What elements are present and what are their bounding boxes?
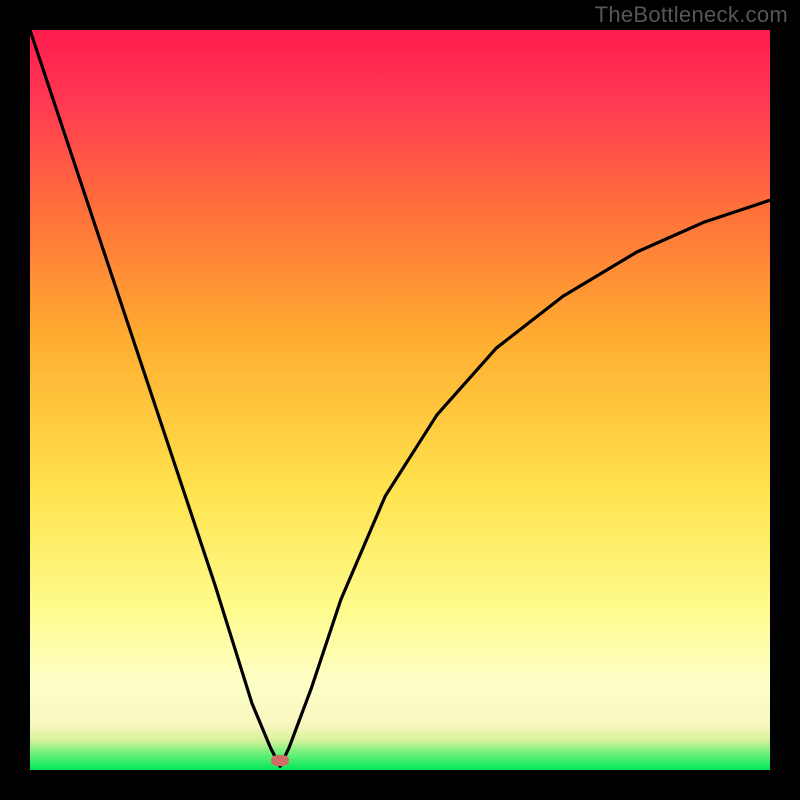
watermark-text: TheBottleneck.com — [595, 2, 788, 28]
curve-minimum-marker — [271, 755, 289, 766]
gradient-background — [30, 30, 770, 770]
chart-frame: TheBottleneck.com — [0, 0, 800, 800]
